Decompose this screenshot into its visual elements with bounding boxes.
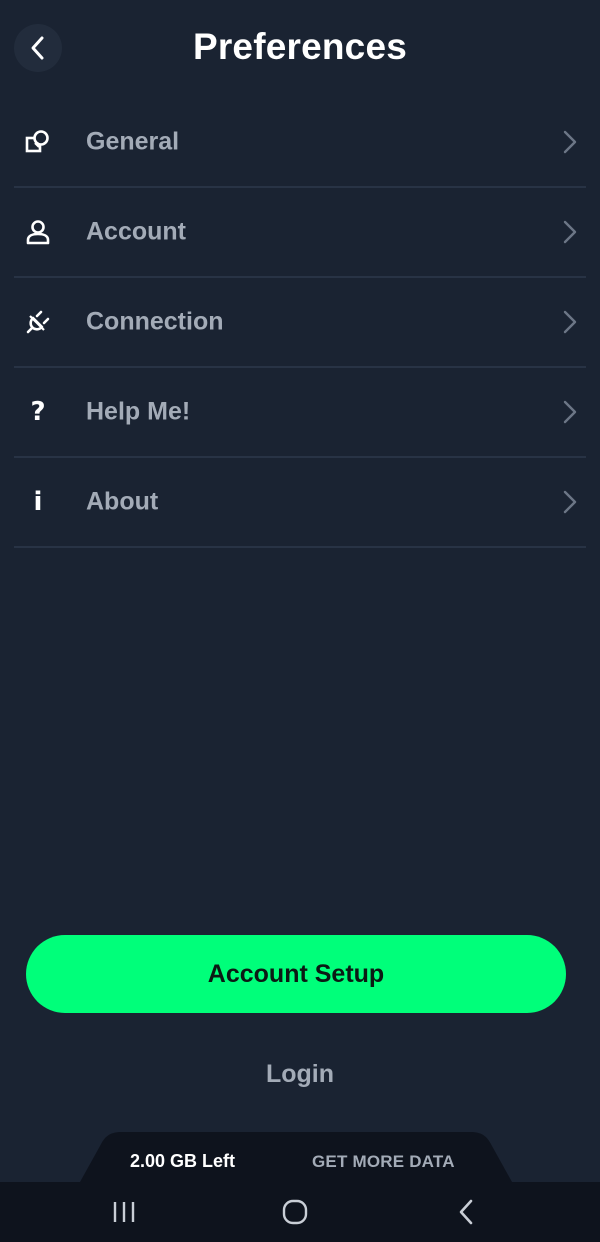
- preferences-menu: General Account Connection ? Help Me! i …: [14, 98, 586, 548]
- menu-item-label: General: [86, 127, 180, 156]
- page-title: Preferences: [192, 26, 408, 67]
- preferences-screen: Preferences General Account Connection ?…: [0, 0, 600, 1242]
- menu-item-connection[interactable]: Connection: [14, 278, 586, 368]
- info-icon: i: [33, 487, 43, 517]
- chevron-right-icon: [563, 310, 577, 334]
- menu-item-label: Connection: [86, 307, 224, 336]
- header: Preferences: [0, 0, 600, 98]
- plug-icon: [24, 308, 52, 336]
- menu-item-label: About: [86, 487, 159, 516]
- data-usage-tab: 2.00 GB Left GET MORE DATA: [80, 1132, 512, 1182]
- user-icon: [24, 218, 52, 246]
- chevron-right-icon: [563, 400, 577, 424]
- data-remaining-label: 2.00 GB Left: [130, 1151, 236, 1171]
- get-more-data-link[interactable]: GET MORE DATA: [312, 1152, 455, 1172]
- menu-item-general[interactable]: General: [14, 98, 586, 188]
- home-button[interactable]: [255, 1182, 335, 1242]
- back-icon: [459, 1199, 473, 1225]
- home-icon: [282, 1199, 308, 1225]
- recent-apps-button[interactable]: [84, 1182, 164, 1242]
- system-nav-bar: [0, 1182, 600, 1242]
- chevron-right-icon: [563, 490, 577, 514]
- system-back-button[interactable]: [426, 1182, 506, 1242]
- menu-item-help[interactable]: ? Help Me!: [14, 368, 586, 458]
- chevron-right-icon: [563, 220, 577, 244]
- login-link[interactable]: Login: [0, 1060, 600, 1089]
- menu-item-account[interactable]: Account: [14, 188, 586, 278]
- account-setup-button[interactable]: Account Setup: [26, 935, 566, 1013]
- menu-item-label: Account: [86, 217, 186, 246]
- chevron-right-icon: [563, 130, 577, 154]
- menu-item-label: Help Me!: [86, 397, 191, 426]
- recent-apps-icon: [113, 1202, 135, 1222]
- question-icon: ?: [30, 397, 46, 427]
- menu-item-about[interactable]: i About: [14, 458, 586, 548]
- shapes-icon: [24, 128, 52, 156]
